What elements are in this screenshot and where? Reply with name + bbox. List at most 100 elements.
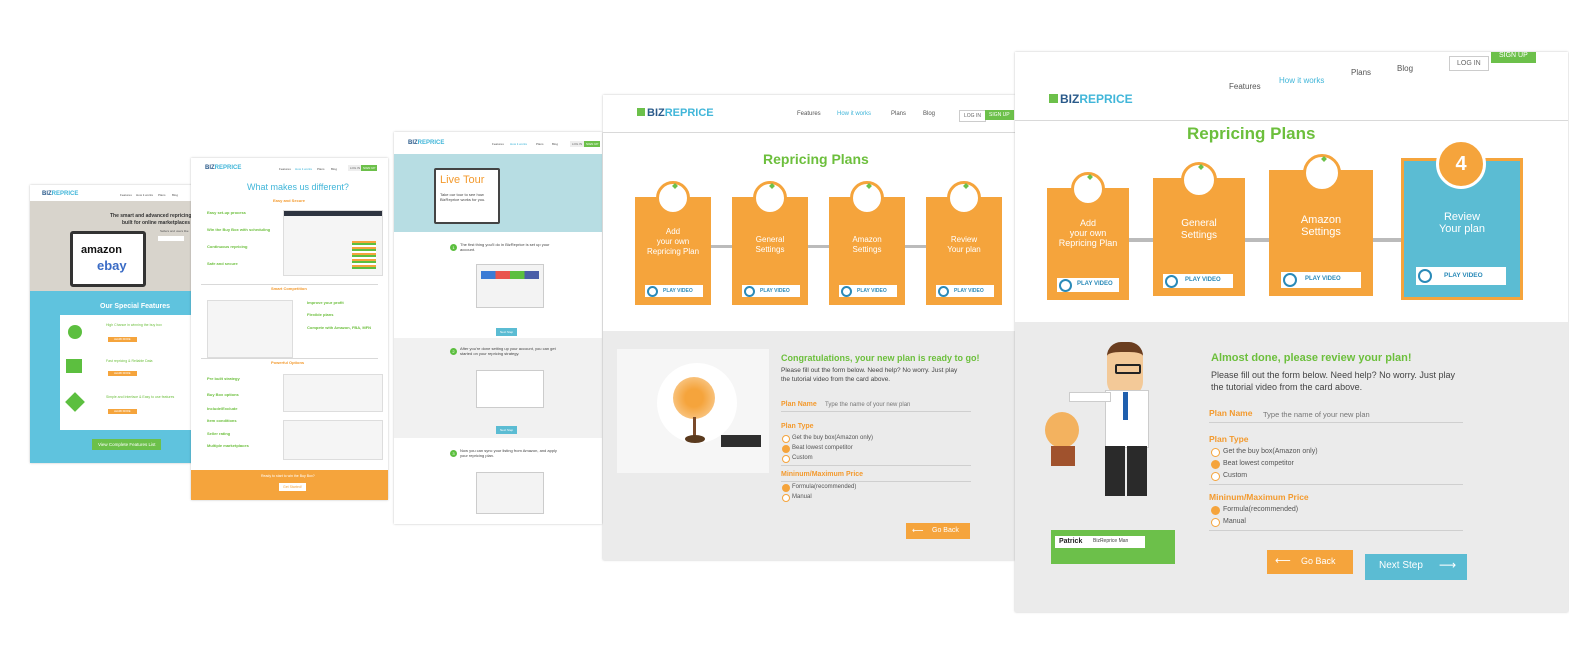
step-1-badge: 1	[450, 244, 457, 251]
radio-manual[interactable]	[1211, 518, 1220, 527]
signup-button[interactable]: SIGN UP	[1491, 52, 1536, 63]
play-video-button-3[interactable]: PLAY VIDEO	[1281, 272, 1361, 288]
play-video-button-3[interactable]: PLAY VIDEO	[839, 285, 897, 297]
nav-blog[interactable]: Blog	[923, 111, 935, 117]
radio-custom[interactable]	[782, 455, 790, 463]
logo[interactable]: BIZREPRICE	[205, 165, 241, 171]
nav-plans[interactable]: Plans	[1351, 68, 1371, 77]
step-card-3[interactable]: Amazon Settings PLAY VIDEO	[1269, 154, 1373, 296]
amazon-icon	[68, 325, 82, 339]
next-step-1[interactable]: Next Step	[496, 328, 518, 336]
nav-blog[interactable]: Blog	[552, 142, 558, 146]
screenshot-3	[283, 374, 383, 412]
bizreprice-man-illustration	[1045, 342, 1175, 532]
logo[interactable]: BIZREPRICE	[1049, 92, 1133, 106]
laptop-screen: Live Tour Take our tour to see how BizRe…	[434, 168, 500, 224]
step-card-2[interactable]: General Settings PLAY VIDEO	[732, 181, 808, 305]
play-video-button-1[interactable]: PLAY VIDEO	[1057, 278, 1119, 292]
radio-buy-box[interactable]	[1211, 448, 1220, 457]
play-icon	[841, 286, 852, 297]
check-icon	[850, 181, 884, 215]
signup-button[interactable]: SIGN UP	[584, 141, 601, 147]
money-tree-illustration	[617, 349, 769, 473]
nav-plans[interactable]: Plans	[317, 167, 325, 171]
step-card-2[interactable]: General Settings PLAY VIDEO	[1153, 162, 1245, 296]
play-icon	[1059, 279, 1072, 292]
step-card-4[interactable]: Review Your plan PLAY VIDEO	[926, 181, 1002, 305]
step-number-badge: 4	[1436, 139, 1486, 189]
step-card-4[interactable]: 4 Review Your plan PLAY VIDEO	[1401, 139, 1523, 300]
nav-plans[interactable]: Plans	[536, 142, 544, 146]
step-3-text: Now you can sync your listing from Amazo…	[460, 448, 557, 458]
radio-custom[interactable]	[1211, 472, 1220, 481]
logo[interactable]: BIZREPRICE	[408, 140, 444, 146]
nav-how[interactable]: How it works	[837, 111, 871, 117]
nav-features[interactable]: Features	[120, 193, 132, 197]
logo[interactable]: BIZREPRICE	[637, 107, 714, 119]
radio-manual[interactable]	[782, 494, 790, 502]
item-flexible: Flexible plans	[307, 312, 334, 317]
nav-plans[interactable]: Plans	[891, 111, 906, 117]
nav-features[interactable]: Features	[797, 111, 821, 117]
login-button[interactable]: LOG IN	[1449, 56, 1489, 71]
nav-how[interactable]: How it works	[295, 167, 312, 171]
login-button[interactable]: LOG IN	[570, 141, 585, 147]
nav-features[interactable]: Features	[1229, 82, 1261, 91]
go-back-button[interactable]: ⟵ Go Back	[1267, 550, 1353, 574]
item-safe: Safe and secure	[207, 261, 238, 266]
radio-beat-lowest[interactable]	[782, 445, 790, 453]
page-title: What makes us different?	[247, 182, 349, 192]
signup-button[interactable]: SIGN UP	[985, 110, 1014, 120]
step-card-1[interactable]: Add your own Repricing Plan PLAY VIDEO	[635, 181, 711, 305]
hero-button[interactable]	[158, 236, 184, 241]
check-icon	[1303, 154, 1341, 192]
next-step-2[interactable]: Next Step	[496, 426, 518, 434]
nav-how[interactable]: How it works	[510, 142, 527, 146]
step-card-1[interactable]: Add your own Repricing Plan PLAY VIDEO	[1047, 172, 1129, 300]
plan-name-input[interactable]: Type the name of your new plan	[825, 402, 910, 408]
name-tag: Patrick BizReprice Man	[1055, 536, 1145, 548]
nav-how[interactable]: How it works	[136, 193, 153, 197]
nav-plans[interactable]: Plans	[158, 193, 166, 197]
nav-blog[interactable]: Blog	[331, 167, 337, 171]
get-started-button[interactable]: Get Started!	[279, 483, 306, 491]
check-icon	[656, 181, 690, 215]
play-video-button-1[interactable]: PLAY VIDEO	[645, 285, 703, 297]
option-manual: Manual	[1223, 518, 1246, 525]
view-features-button[interactable]: View Complete Features List	[92, 439, 162, 450]
play-video-button-2[interactable]: PLAY VIDEO	[1163, 274, 1233, 288]
step-card-3[interactable]: Amazon Settings PLAY VIDEO	[829, 181, 905, 305]
option-beat-lowest: Beat lowest competitor	[792, 445, 853, 451]
next-step-button[interactable]: Next Step ⟶	[1365, 554, 1467, 580]
review-heading: Almost done, please review your plan!	[1211, 352, 1412, 364]
nav-features[interactable]: Features	[279, 167, 291, 171]
play-video-button-4[interactable]: PLAY VIDEO	[1416, 267, 1506, 285]
hero-line: Sellers and users like	[160, 229, 189, 233]
go-back-button[interactable]: ⟵ Go Back	[906, 523, 970, 539]
logo[interactable]: BIZREPRICE	[42, 191, 78, 197]
cta-band: Ready to start to win the Buy Box? Get S…	[191, 470, 388, 500]
learn-more-3[interactable]: LEARN MORE	[108, 409, 137, 414]
item-marketplaces: Multiple marketplaces	[207, 443, 249, 448]
nav-blog[interactable]: Blog	[1397, 64, 1413, 73]
nav-features[interactable]: Features	[492, 142, 504, 146]
option-buy-box: Get the buy box(Amazon only)	[1223, 448, 1318, 455]
nav-blog[interactable]: Blog	[172, 193, 178, 197]
play-video-button-2[interactable]: PLAY VIDEO	[742, 285, 800, 297]
radio-buy-box[interactable]	[782, 435, 790, 443]
radio-beat-lowest[interactable]	[1211, 460, 1220, 469]
nav-how[interactable]: How it works	[1279, 76, 1324, 85]
item-rating: Seller rating	[207, 431, 231, 436]
tools-icon	[65, 392, 85, 412]
plan-type-label: Plan Type	[1209, 434, 1249, 444]
plan-name-input[interactable]: Type the name of your new plan	[1263, 410, 1370, 419]
signup-button[interactable]: SIGN UP	[361, 165, 378, 171]
radio-formula[interactable]	[1211, 506, 1220, 515]
login-button[interactable]: LOG IN	[959, 110, 986, 122]
radio-formula[interactable]	[782, 484, 790, 492]
learn-more-2[interactable]: LEARN MORE	[108, 371, 137, 376]
play-video-button-4[interactable]: PLAY VIDEO	[936, 285, 994, 297]
amazon-logo: amazon	[81, 244, 122, 256]
option-custom: Custom	[792, 455, 813, 461]
learn-more-1[interactable]: LEARN MORE	[108, 337, 137, 342]
